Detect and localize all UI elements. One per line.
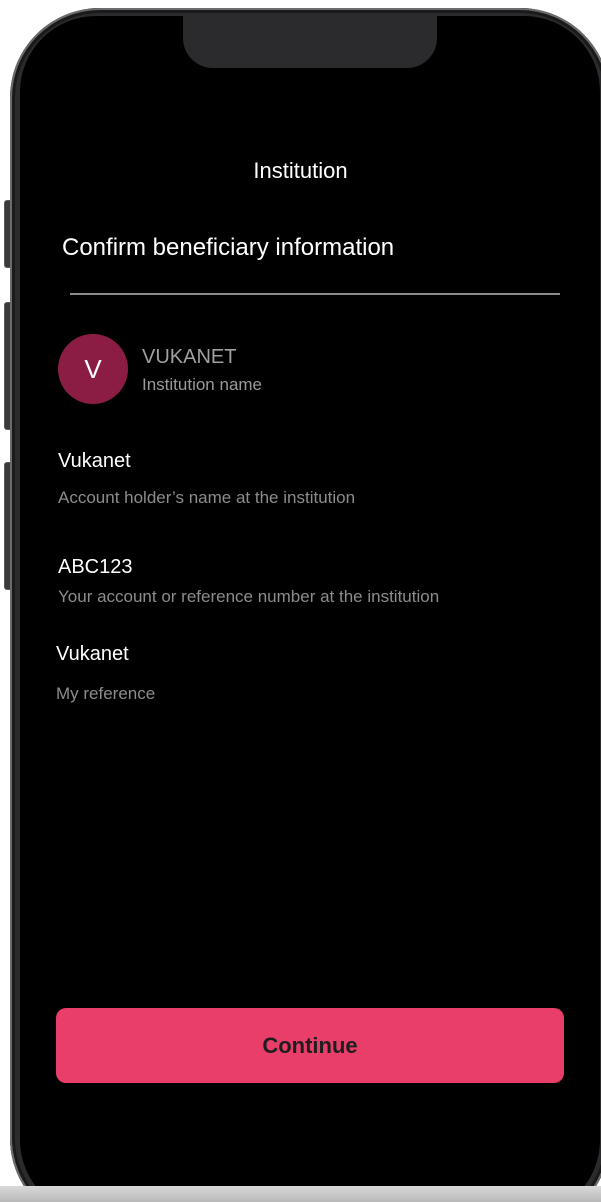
institution-avatar: V — [58, 334, 128, 404]
bottom-shadow — [0, 1186, 601, 1202]
institution-name-caption: Institution name — [142, 375, 263, 394]
my-reference-label: My reference — [56, 684, 156, 703]
account-number-label: Your account or reference number at the … — [58, 587, 440, 606]
account-holder-name-value: Vukanet — [58, 450, 131, 472]
phone-mockup: Institution Confirm beneficiary informat… — [0, 0, 601, 1202]
divider — [70, 293, 560, 295]
phone-notch — [183, 16, 437, 68]
account-number-value: ABC123 — [58, 556, 133, 578]
page-title: Institution — [253, 158, 348, 183]
continue-button[interactable]: Continue — [56, 1008, 564, 1083]
confirm-heading: Confirm beneficiary information — [62, 234, 395, 261]
account-holder-name-label: Account holder’s name at the institution — [58, 488, 356, 507]
my-reference-value: Vukanet — [56, 643, 129, 665]
institution-name: VUKANET — [142, 346, 237, 368]
